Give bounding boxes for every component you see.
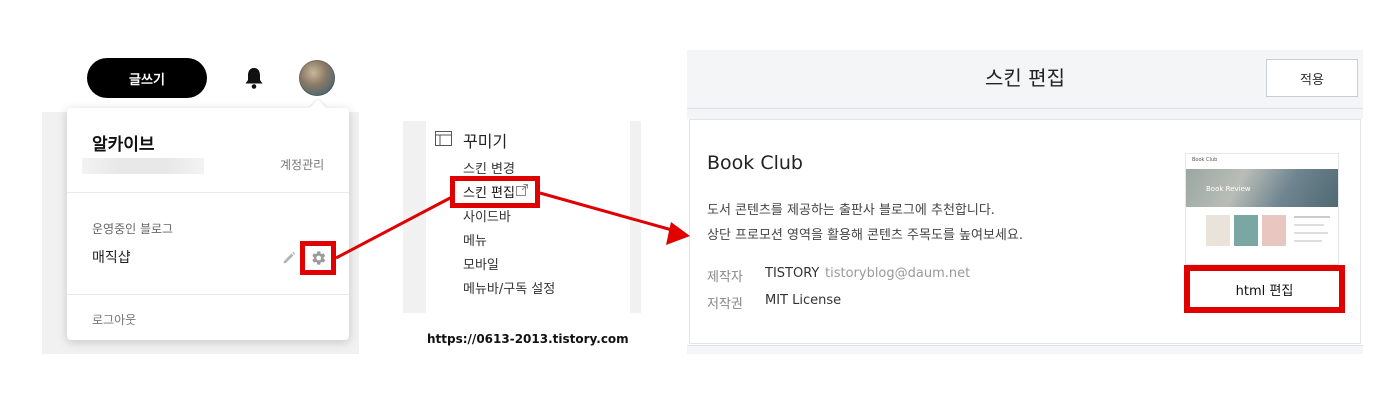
license-value: MIT License [765, 293, 842, 308]
skin-name: Book Club [707, 152, 803, 174]
blog-name[interactable]: 매직샵 [92, 247, 131, 267]
account-manage-link[interactable]: 계정관리 [280, 156, 324, 173]
blog-title: 알카이브 [92, 135, 155, 155]
html-edit-button[interactable]: html 편집 [1184, 265, 1345, 313]
header-strip [687, 109, 1363, 119]
menu-item-skin-change[interactable]: 스킨 변경 [463, 158, 515, 177]
thumbnail-book [1234, 215, 1258, 246]
menu-item-mobile[interactable]: 모바일 [463, 254, 499, 273]
footer-strip [687, 345, 1363, 354]
maker-label: 제작자 [707, 270, 743, 285]
pencil-icon[interactable] [282, 251, 296, 265]
avatar[interactable] [299, 60, 335, 96]
menu-item-menubar-subscribe[interactable]: 메뉴바/구독 설정 [463, 278, 555, 297]
menu-item-skin-edit[interactable]: 스킨 편집 [463, 182, 515, 201]
thumbnail-text-line [1294, 232, 1328, 234]
thumbnail-text-line [1294, 240, 1322, 242]
blurred-url [82, 158, 204, 174]
blog-url-caption: https://0613-2013.tistory.com [427, 332, 629, 346]
skin-thumbnail: Book Club Book Review [1185, 153, 1339, 265]
license-label: 저작권 [707, 297, 743, 312]
maker-email: tistoryblog@daum.net [825, 266, 971, 281]
external-link-icon [516, 184, 528, 196]
menu-item-sidebar[interactable]: 사이드바 [463, 206, 511, 225]
thumbnail-banner: Book Review [1186, 169, 1338, 207]
write-button[interactable]: 글쓰기 [87, 58, 207, 98]
running-blogs-label: 운영중인 블로그 [92, 222, 174, 236]
arrow-icon [666, 222, 690, 245]
apply-button[interactable]: 적용 [1266, 59, 1358, 97]
bell-icon[interactable] [243, 66, 265, 90]
thumbnail-banner-text: Book Review [1206, 185, 1251, 193]
thumbnail-text-line [1294, 216, 1330, 218]
skin-description-line: 도서 콘텐츠를 제공하는 출판사 블로그에 추천합니다. [707, 203, 995, 218]
menu-item-menu[interactable]: 메뉴 [463, 230, 487, 249]
logout-link[interactable]: 로그아웃 [92, 311, 136, 328]
thumbnail-brand: Book Club [1192, 157, 1218, 163]
divider [67, 294, 349, 295]
page-title: 스킨 편집 [985, 66, 1065, 90]
thumbnail-book [1206, 215, 1230, 246]
thumbnail-book [1262, 215, 1286, 246]
settings-gear-highlight[interactable] [300, 241, 336, 275]
skin-description-line: 상단 프로모션 영역을 활용해 콘텐츠 주목도를 높여보세요. [707, 228, 1023, 243]
layout-icon [435, 131, 452, 146]
maker-name: TISTORY [765, 266, 820, 281]
menu-section-title[interactable]: 꾸미기 [463, 128, 507, 152]
divider [67, 192, 349, 193]
gear-icon[interactable] [309, 249, 327, 267]
thumbnail-text-line [1294, 224, 1324, 226]
